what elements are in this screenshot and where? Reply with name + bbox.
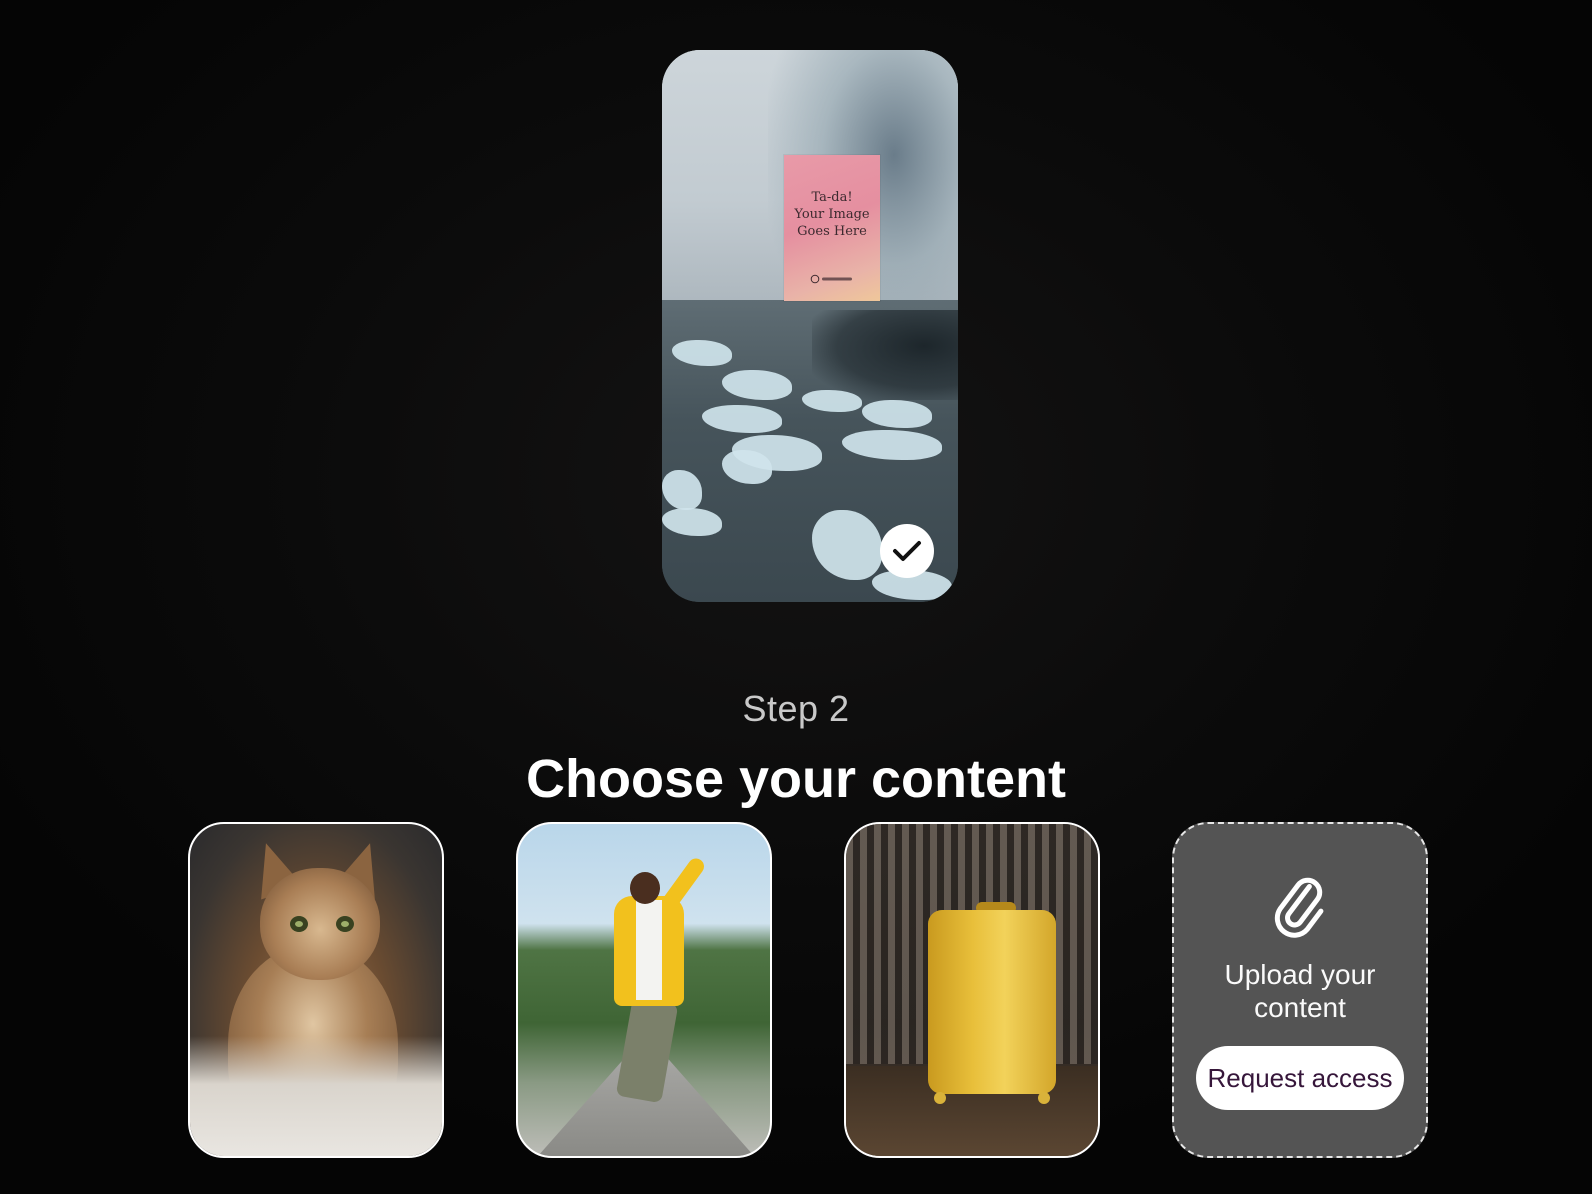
poster-logo — [784, 274, 880, 287]
preview-shore — [812, 310, 958, 400]
content-option-yellow-suitcase[interactable] — [844, 822, 1100, 1158]
suitcase — [928, 910, 1056, 1094]
suitcase-wheel — [1038, 1092, 1050, 1104]
upload-content-card[interactable]: Upload your content Request access — [1172, 822, 1428, 1158]
request-access-button[interactable]: Request access — [1196, 1046, 1404, 1110]
man-shirt — [636, 900, 662, 1000]
paperclip-icon — [1274, 877, 1324, 938]
poster-text: Ta-da! Your Image Goes Here — [794, 190, 870, 239]
placeholder-poster: Ta-da! Your Image Goes Here — [784, 155, 880, 301]
step-label: Step 2 — [742, 688, 850, 729]
cat-eye — [336, 916, 354, 932]
page-title: Choose your content — [525, 749, 1067, 809]
content-option-jumping-man[interactable] — [516, 822, 772, 1158]
selected-badge — [880, 524, 934, 578]
preview-card[interactable]: Ta-da! Your Image Goes Here — [662, 50, 958, 602]
man-head — [630, 872, 660, 904]
cat-head — [260, 868, 380, 980]
blanket — [190, 1036, 442, 1156]
upload-label: Upload your content — [1224, 959, 1376, 1023]
suitcase-wheel — [934, 1092, 946, 1104]
content-option-cat[interactable] — [188, 822, 444, 1158]
cat-eye — [290, 916, 308, 932]
openai-logo-icon — [810, 274, 852, 284]
checkmark-icon — [893, 541, 921, 561]
